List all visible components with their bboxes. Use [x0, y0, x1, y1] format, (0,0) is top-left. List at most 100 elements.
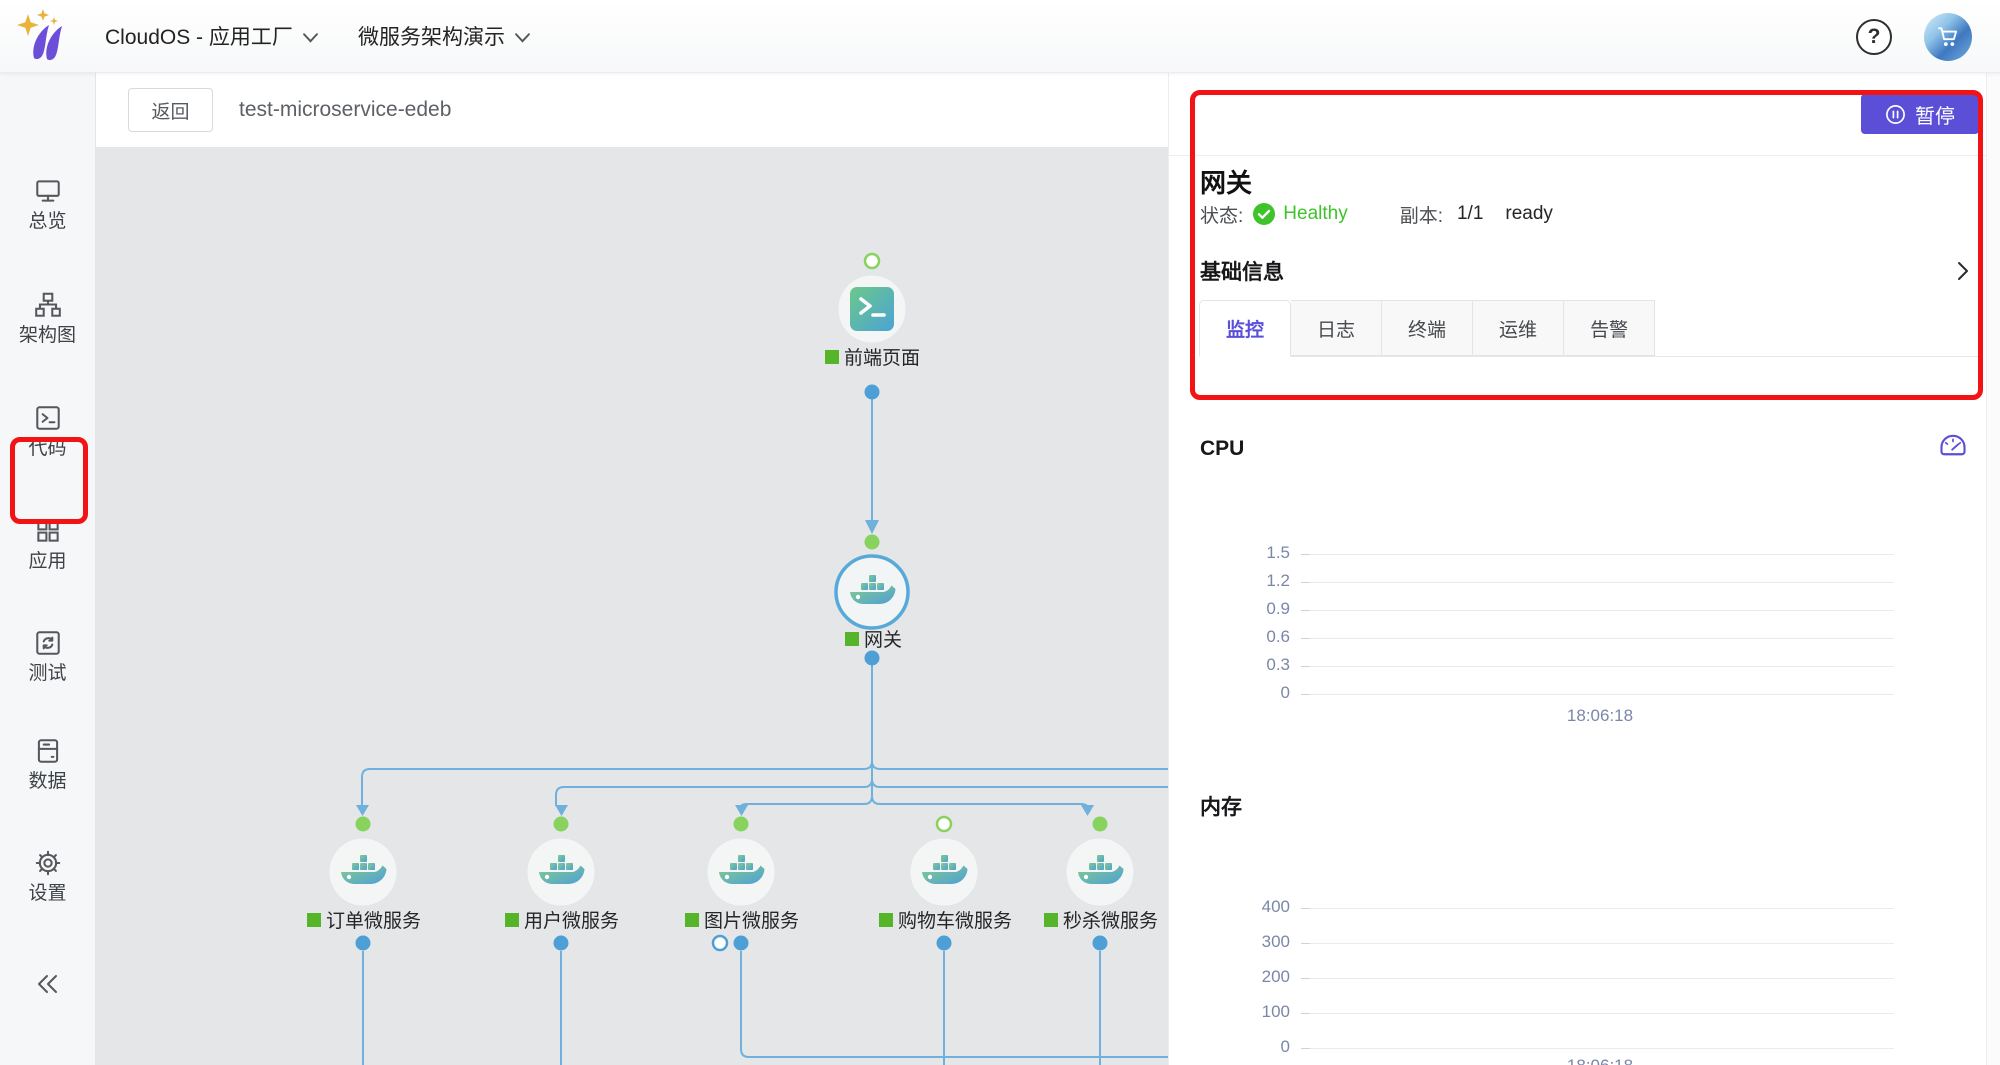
node-label: 网关	[864, 629, 902, 651]
tab-monitoring[interactable]: 监控	[1199, 300, 1291, 357]
port-out-hollow	[713, 936, 727, 950]
y-tick: 0	[1200, 683, 1290, 703]
port-out	[554, 936, 569, 951]
replicas-value: 1/1	[1457, 203, 1483, 225]
status-square	[825, 350, 839, 364]
status-label: 状态:	[1200, 201, 1243, 228]
tab-logs[interactable]: 日志	[1291, 300, 1382, 356]
sidebar-item-settings[interactable]: 设置	[0, 848, 95, 905]
y-tick: 100	[1200, 1002, 1290, 1022]
detail-tabs: 监控 日志 终端 运维 告警	[1199, 300, 1983, 357]
hierarchy-icon	[33, 290, 63, 320]
chevron-down-icon	[303, 33, 318, 43]
workspace-switcher[interactable]: 微服务架构演示	[358, 21, 530, 51]
repeat-icon	[33, 628, 63, 658]
x-tick: 18:06:18	[1505, 1056, 1695, 1065]
healthy-check-icon	[1253, 203, 1275, 225]
avatar[interactable]	[1924, 13, 1972, 61]
x-tick: 18:06:18	[1505, 706, 1695, 726]
node-seckill-service[interactable]: 秒杀微服务	[1044, 817, 1158, 951]
replicas-label: 副本:	[1400, 201, 1443, 228]
sidebar-item-data[interactable]: 数据	[0, 736, 95, 793]
y-tick: 1.5	[1200, 543, 1290, 563]
tab-operations[interactable]: 运维	[1473, 300, 1564, 356]
status-row: 状态: Healthy 副本: 1/1 ready	[1200, 201, 1553, 227]
product-switcher[interactable]: CloudOS - 应用工厂	[105, 21, 318, 51]
sidebar-item-label: 测试	[0, 663, 95, 685]
sidebar-item-label: 总览	[0, 211, 95, 233]
gridline	[1301, 978, 1894, 979]
sidebar-item-label: 应用	[0, 551, 95, 573]
node-label: 图片微服务	[704, 910, 799, 932]
status-square	[879, 913, 893, 927]
help-icon[interactable]: ?	[1856, 19, 1892, 55]
port-in-hollow	[865, 254, 879, 268]
sidebar-collapse-button[interactable]	[0, 969, 95, 1004]
panel-title: 网关	[1200, 163, 1252, 200]
gridline	[1301, 694, 1894, 695]
sidebar-item-overview[interactable]: 总览	[0, 176, 95, 233]
replicas-state: ready	[1505, 203, 1553, 225]
status-value: Healthy	[1283, 203, 1347, 225]
topology-graph: 前端页面 网关 订单微服务	[96, 147, 1168, 1065]
memory-chart-title: 内存	[1200, 791, 1242, 821]
gear-icon	[33, 848, 63, 878]
port-out	[937, 936, 952, 951]
chevron-down-icon	[515, 33, 530, 43]
chevron-right-icon	[1956, 260, 1970, 282]
sidebar-item-label: 数据	[0, 771, 95, 793]
divider	[1169, 155, 2000, 156]
y-tick: 300	[1200, 932, 1290, 952]
pause-label: 暂停	[1915, 100, 1955, 129]
sidebar-item-label: 设置	[0, 883, 95, 905]
tab-alerts[interactable]: 告警	[1564, 300, 1655, 356]
detail-panel: 网关 暂停 状态: Healthy 副本: 1/1 ready 基础信息	[1168, 73, 2000, 1065]
cpu-chart-title: CPU	[1200, 437, 1244, 461]
back-button[interactable]: 返回	[128, 88, 213, 132]
status-square	[685, 913, 699, 927]
node-label: 用户微服务	[524, 910, 619, 932]
sidebar-item-apps[interactable]: 应用	[0, 516, 95, 573]
y-tick: 200	[1200, 967, 1290, 987]
node-user-service[interactable]: 用户微服务	[505, 817, 619, 951]
y-tick: 400	[1200, 897, 1290, 917]
node-image-service[interactable]: 图片微服务	[685, 817, 799, 951]
sidebar-item-architecture[interactable]: 架构图	[0, 290, 95, 347]
gridline	[1301, 554, 1894, 555]
port-in	[356, 817, 371, 832]
topology-edges	[362, 399, 1168, 1065]
status-square	[1044, 913, 1058, 927]
y-tick: 1.2	[1200, 571, 1290, 591]
gridline	[1301, 666, 1894, 667]
canvas-toolbar: 返回 test-microservice-edeb	[96, 73, 1168, 147]
gauge-icon[interactable]	[1937, 431, 1969, 463]
tab-terminal[interactable]: 终端	[1382, 300, 1473, 356]
terminal-icon	[33, 403, 63, 433]
port-out	[734, 936, 749, 951]
pause-icon	[1885, 104, 1906, 125]
sidebar-item-label: 代码	[0, 438, 95, 460]
panel-scrollbar[interactable]	[1986, 73, 2000, 1065]
double-chevron-left-icon	[31, 969, 65, 999]
node-gateway[interactable]: 网关	[836, 535, 908, 666]
basic-info-toggle[interactable]: 基础信息	[1200, 256, 1970, 286]
port-in-hollow	[937, 817, 951, 831]
database-icon	[33, 736, 63, 766]
gridline	[1301, 638, 1894, 639]
pause-button[interactable]: 暂停	[1861, 94, 1979, 134]
node-frontend[interactable]: 前端页面	[825, 254, 920, 400]
sidebar-item-test[interactable]: 测试	[0, 628, 95, 685]
node-label: 前端页面	[844, 347, 920, 369]
gridline	[1301, 943, 1894, 944]
node-label: 购物车微服务	[898, 910, 1012, 932]
port-in	[734, 817, 749, 832]
y-tick: 0	[1200, 1037, 1290, 1057]
port-out	[356, 936, 371, 951]
node-cart-service[interactable]: 购物车微服务	[879, 817, 1012, 951]
port-in	[554, 817, 569, 832]
topology-canvas[interactable]: 前端页面 网关 订单微服务	[96, 147, 1168, 1065]
port-out	[865, 651, 880, 666]
node-order-service[interactable]: 订单微服务	[307, 817, 421, 951]
y-tick: 0.3	[1200, 655, 1290, 675]
sidebar-item-code[interactable]: 代码	[0, 403, 95, 460]
